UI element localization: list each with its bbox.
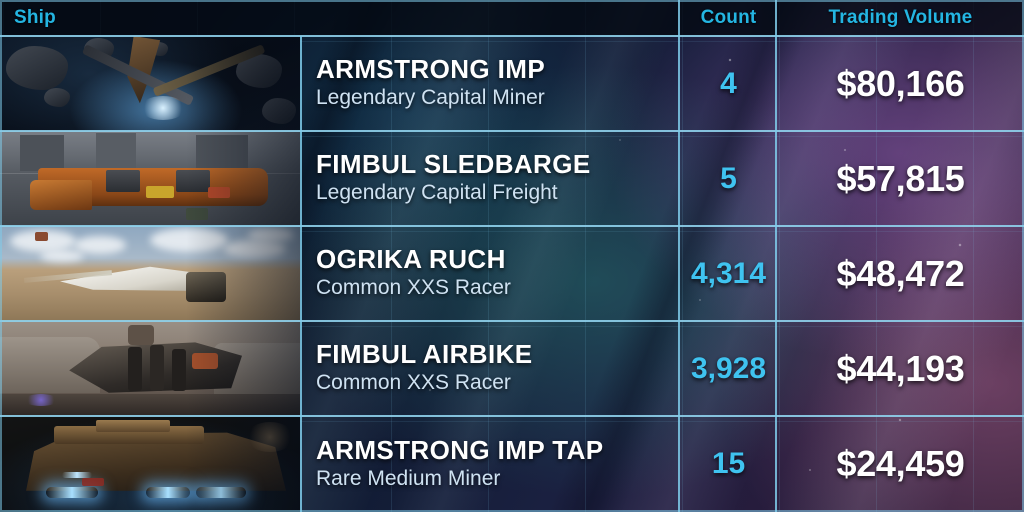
ship-name: FIMBUL AIRBIKE (316, 339, 533, 370)
table-row[interactable]: FIMBUL AIRBIKE Common XXS Racer 3,928 $4… (0, 321, 1024, 416)
ship-volume: $80,166 (836, 62, 965, 104)
ship-name: FIMBUL SLEDBARGE (316, 149, 591, 180)
table-row[interactable]: OGRIKA RUCH Common XXS Racer 4,314 $48,4… (0, 226, 1024, 321)
ship-name-cell: ARMSTRONG IMP Legendary Capital Miner (300, 36, 680, 131)
ship-name: ARMSTRONG IMP (316, 54, 546, 85)
ship-trading-leaderboard: Ship Count Trading Volume ARMSTRONG IMP … (0, 0, 1024, 512)
ship-thumbnail (0, 226, 300, 321)
table-row[interactable]: FIMBUL SLEDBARGE Legendary Capital Freig… (0, 131, 1024, 226)
ship-thumbnail (0, 416, 300, 512)
ship-volume: $48,472 (836, 252, 965, 294)
ship-name: OGRIKA RUCH (316, 244, 506, 275)
ship-count: 4 (720, 66, 737, 100)
ship-thumbnail (0, 36, 300, 131)
table-body: ARMSTRONG IMP Legendary Capital Miner 4 … (0, 36, 1024, 512)
ship-thumbnail (0, 321, 300, 416)
column-header-volume: Trading Volume (828, 7, 973, 28)
ship-count: 4,314 (690, 256, 767, 290)
table-row[interactable]: ARMSTRONG IMP Legendary Capital Miner 4 … (0, 36, 1024, 131)
ship-subtitle: Legendary Capital Freight (316, 181, 558, 205)
table-header: Ship Count Trading Volume (0, 0, 1024, 36)
ship-name-cell: OGRIKA RUCH Common XXS Racer (300, 226, 680, 321)
ship-subtitle: Common XXS Racer (316, 276, 511, 300)
ship-subtitle: Common XXS Racer (316, 371, 511, 395)
table-row[interactable]: ARMSTRONG IMP TAP Rare Medium Miner 15 $… (0, 416, 1024, 512)
ship-name-cell: FIMBUL AIRBIKE Common XXS Racer (300, 321, 680, 416)
ship-count: 15 (711, 447, 746, 480)
ship-name-cell: ARMSTRONG IMP TAP Rare Medium Miner (300, 416, 680, 512)
ship-count: 5 (720, 161, 737, 195)
ship-subtitle: Rare Medium Miner (316, 466, 501, 490)
ship-name: ARMSTRONG IMP TAP (316, 434, 604, 465)
ship-volume: $44,193 (836, 347, 965, 389)
column-header-ship: Ship (14, 7, 56, 28)
ship-subtitle: Legendary Capital Miner (316, 86, 545, 110)
ship-name-cell: FIMBUL SLEDBARGE Legendary Capital Freig… (300, 131, 680, 226)
ship-volume: $24,459 (836, 443, 965, 484)
ship-thumbnail (0, 131, 300, 226)
ship-count: 3,928 (690, 351, 767, 385)
column-header-count: Count (700, 7, 757, 28)
ship-volume: $57,815 (836, 157, 965, 199)
